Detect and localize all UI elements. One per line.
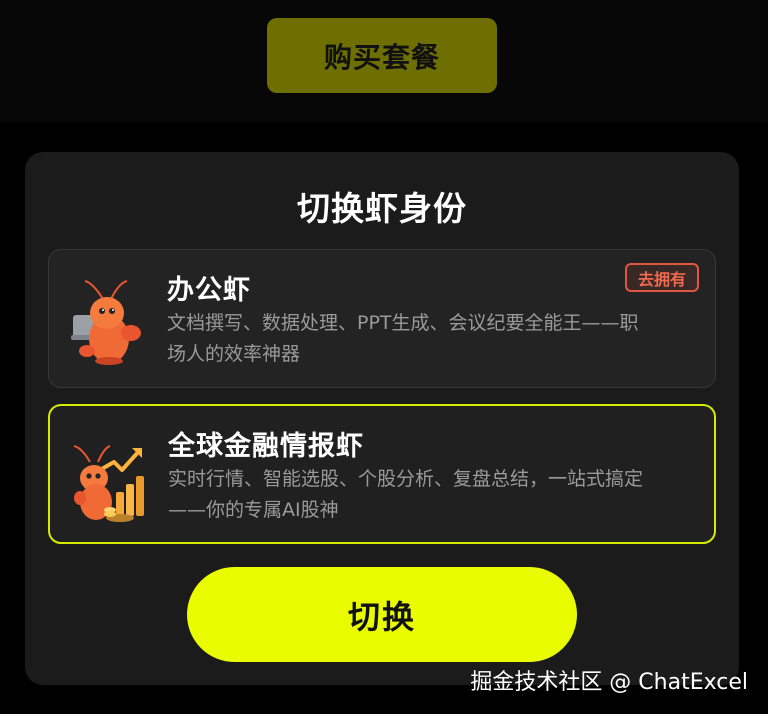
lobster-laptop-icon [69, 277, 149, 367]
switch-button[interactable]: 切换 [187, 567, 577, 662]
lobster-finance-icon [70, 440, 150, 530]
card-description: 实时行情、智能选股、个股分析、复盘总结，一站式搞定 ——你的专属AI股神 [168, 468, 644, 521]
identity-card-finance[interactable]: 全球金融情报虾 实时行情、智能选股、个股分析、复盘总结，一站式搞定 ——你的专属… [48, 404, 716, 544]
switch-identity-sheet: 切换虾身份 办公虾 文档撰写、数据处理、PPT生成、会议纪要全能王——职 场人的… [25, 152, 739, 685]
app-screen: 购买套餐 切换虾身份 办公虾 文档撰写、数据处理、PPT生成、会议纪要全能王——… [0, 0, 768, 714]
watermark-text: 掘金技术社区 @ ChatExcel [470, 670, 748, 695]
sheet-title: 切换虾身份 [297, 189, 467, 228]
card-description: 文档撰写、数据处理、PPT生成、会议纪要全能王——职 场人的效率神器 [167, 312, 639, 365]
get-it-badge[interactable]: 去拥有 [625, 263, 699, 292]
top-panel: 购买套餐 [0, 0, 768, 122]
buy-package-button[interactable]: 购买套餐 [267, 18, 497, 93]
identity-card-office[interactable]: 办公虾 文档撰写、数据处理、PPT生成、会议纪要全能王——职 场人的效率神器 去… [48, 249, 716, 388]
card-title: 全球金融情报虾 [168, 431, 364, 462]
card-title: 办公虾 [167, 275, 251, 306]
